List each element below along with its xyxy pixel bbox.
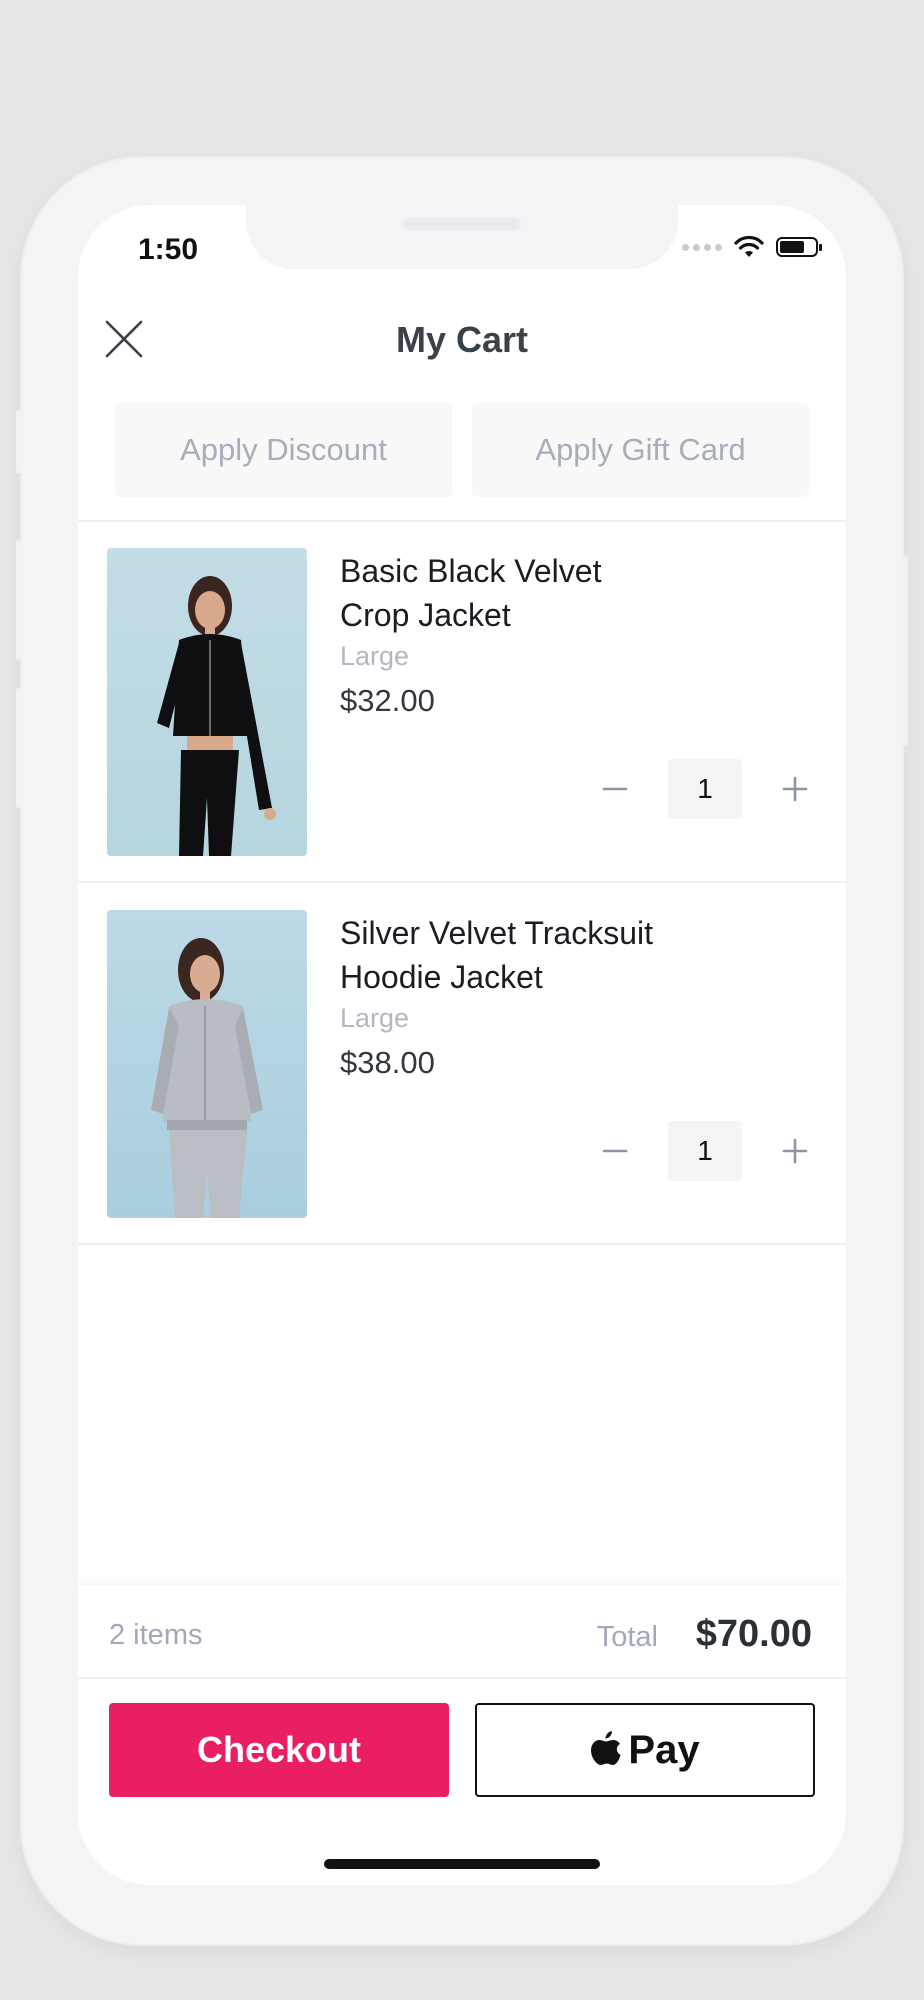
cart-footer: 2 items Total $70.00 Checkout Pay — [78, 1585, 846, 1885]
quantity-value[interactable]: 1 — [668, 1121, 742, 1181]
speaker — [403, 218, 521, 230]
page-title: My Cart — [395, 319, 529, 360]
item-count: 2 items — [109, 1619, 203, 1651]
decrease-quantity-button[interactable] — [590, 1121, 640, 1181]
battery-icon — [776, 237, 822, 257]
product-price: $32.00 — [340, 683, 435, 718]
total-value: $70.00 — [695, 1613, 812, 1655]
cart-header: My Cart — [78, 305, 846, 375]
notch — [246, 205, 678, 269]
power-button — [902, 556, 908, 746]
minus-icon — [602, 787, 628, 791]
phone-screen: 1:50 My Cart Apply Discount Apply Gift C… — [78, 205, 846, 1885]
status-time: 1:50 — [138, 233, 199, 266]
cellular-signal-icon — [682, 243, 722, 251]
apple-pay-button[interactable]: Pay — [475, 1703, 815, 1797]
product-name[interactable]: Basic Black Velvet Crop Jacket — [340, 549, 760, 637]
mute-switch — [16, 410, 22, 474]
quantity-value[interactable]: 1 — [668, 759, 742, 819]
quantity-stepper: 1 — [590, 759, 820, 819]
minus-icon — [602, 1149, 628, 1153]
apply-discount-button[interactable]: Apply Discount — [115, 403, 452, 497]
status-icons — [682, 235, 822, 259]
checkout-button[interactable]: Checkout — [109, 1703, 449, 1797]
product-name[interactable]: Silver Velvet Tracksuit Hoodie Jacket — [340, 911, 760, 999]
product-image[interactable] — [107, 910, 307, 1218]
divider — [78, 1677, 846, 1679]
cart-item: Silver Velvet Tracksuit Hoodie Jacket Lar… — [78, 883, 846, 1243]
apple-pay-label: Pay — [628, 1727, 700, 1772]
cart-item: Basic Black Velvet Crop Jacket Large $32.… — [78, 521, 846, 881]
product-price: $38.00 — [340, 1045, 435, 1080]
wifi-icon — [734, 235, 764, 257]
product-size: Large — [340, 1003, 410, 1033]
increase-quantity-button[interactable] — [770, 1121, 820, 1181]
total-label: Total — [596, 1621, 658, 1653]
apple-logo-icon — [591, 1731, 621, 1765]
quantity-stepper: 1 — [590, 1121, 820, 1181]
apply-gift-card-button[interactable]: Apply Gift Card — [472, 403, 809, 497]
product-image[interactable] — [107, 548, 307, 856]
increase-quantity-button[interactable] — [770, 759, 820, 819]
volume-down-button — [16, 688, 22, 808]
home-indicator — [324, 1859, 600, 1869]
decrease-quantity-button[interactable] — [590, 759, 640, 819]
promo-actions: Apply Discount Apply Gift Card — [115, 403, 809, 497]
plus-icon — [782, 776, 808, 802]
volume-up-button — [16, 540, 22, 660]
product-size: Large — [340, 641, 410, 671]
plus-icon — [782, 1138, 808, 1164]
divider — [78, 1243, 846, 1245]
